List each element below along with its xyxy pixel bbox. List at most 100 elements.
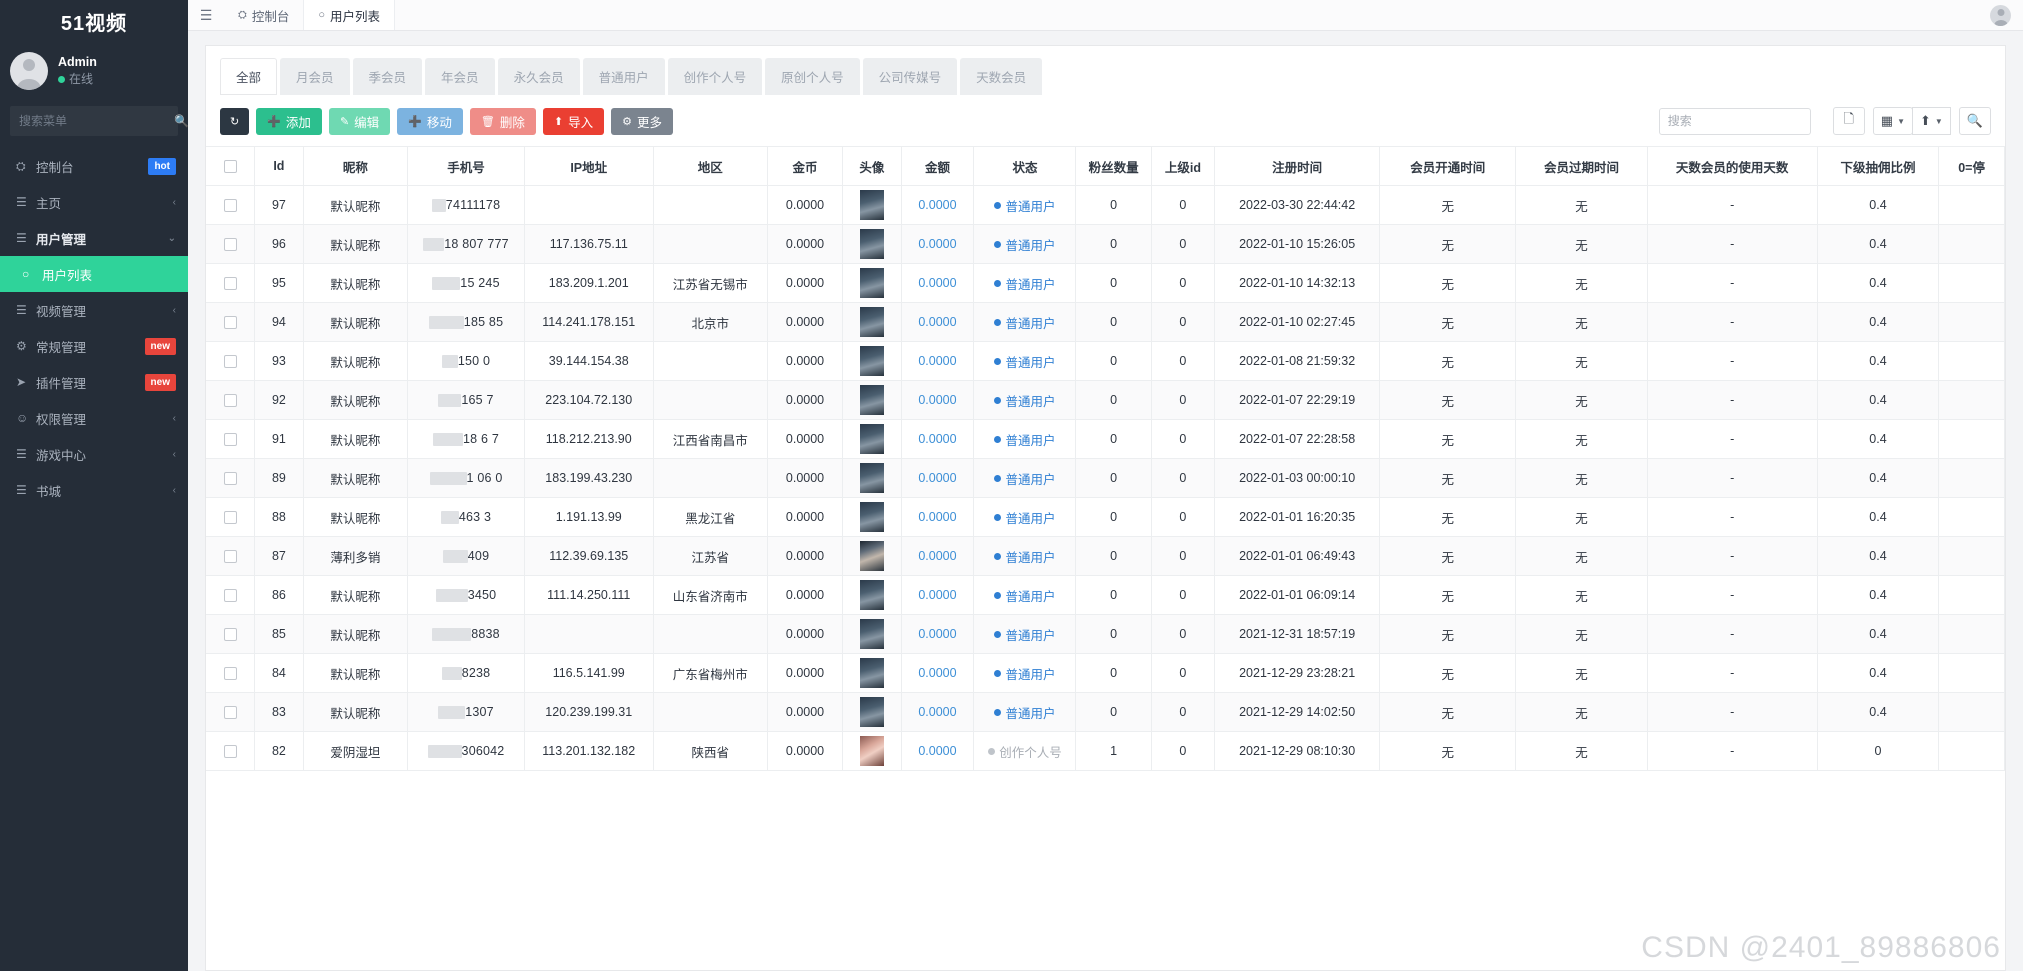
row-checkbox[interactable] [223,199,237,213]
column-header-0[interactable]: Id [254,146,304,186]
table-row[interactable]: 86 默认昵称 3450 111.14.250.111 山东省济南市 0.0000 0.00… [206,575,2005,615]
user-avatar-thumb[interactable] [859,736,884,766]
user-avatar-thumb[interactable] [859,424,884,454]
row-checkbox[interactable] [223,628,237,642]
filter-tab-1[interactable]: 月会员 [280,58,350,95]
cell-avatar[interactable] [842,224,902,264]
user-avatar-thumb[interactable] [859,541,884,571]
more-button[interactable]: ⚙ 更多 [611,107,673,135]
column-header-15[interactable]: 下级抽佣比例 [1817,146,1940,186]
column-header-6[interactable]: 头像 [842,146,902,186]
filter-tab-5[interactable]: 普通用户 [582,58,665,95]
row-select-cell[interactable] [206,419,256,459]
delete-button[interactable]: 🗑 删除 [469,107,536,135]
refresh-button[interactable]: ↻ [220,107,250,135]
row-select-cell[interactable] [206,731,256,771]
row-select-cell[interactable] [206,692,256,732]
export-icon[interactable]: ⬆ ▼ [1911,107,1951,135]
row-select-cell[interactable] [206,380,256,420]
select-all-checkbox[interactable] [223,160,237,174]
table-row[interactable]: 88 默认昵称 463 3 1.191.13.99 黑龙江省 0.0000 0.0000 普通… [206,497,2005,537]
hamburger-icon[interactable]: ☰ [188,0,224,30]
row-select-cell[interactable] [206,497,256,537]
column-header-11[interactable]: 注册时间 [1214,146,1381,186]
user-avatar-thumb[interactable] [859,580,884,610]
column-header-13[interactable]: 会员过期时间 [1515,146,1648,186]
cell-avatar[interactable] [842,575,902,615]
move-button[interactable]: ➕ 移动 [397,107,463,135]
cell-avatar[interactable] [842,653,902,693]
row-checkbox[interactable] [223,394,237,408]
menu-search-input[interactable] [19,114,174,128]
cell-avatar[interactable] [842,731,902,771]
row-checkbox[interactable] [223,472,237,486]
user-avatar-thumb[interactable] [859,346,884,376]
menu-search-box[interactable]: 🔍 [10,106,188,136]
add-button[interactable]: ➕ 添加 [256,107,322,135]
filter-tab-3[interactable]: 年会员 [425,58,495,95]
table-row[interactable]: 95 默认昵称 15 245 183.209.1.201 江苏省无锡市 0.0000 0.0… [206,263,2005,303]
table-row[interactable]: 87 薄利多销 409 112.39.69.135 江苏省 0.0000 0.0000 普通用… [206,536,2005,576]
row-checkbox[interactable] [223,316,237,330]
filter-tab-8[interactable]: 公司传媒号 [862,58,958,95]
cell-avatar[interactable] [842,263,902,303]
column-header-2[interactable]: 手机号 [407,146,525,186]
column-header-5[interactable]: 金币 [767,146,844,186]
cell-avatar[interactable] [842,536,902,576]
column-header-14[interactable]: 天数会员的使用天数 [1647,146,1818,186]
cell-avatar[interactable] [842,458,902,498]
table-row[interactable]: 94 默认昵称 185 85 114.241.178.151 北京市 0.0000 0.00… [206,302,2005,342]
sidebar-item-8[interactable]: ☰ 游戏中心 ‹ [0,436,188,472]
user-avatar-thumb[interactable] [859,229,884,259]
account-avatar-icon[interactable] [1990,4,2011,26]
user-avatar-thumb[interactable] [859,385,884,415]
row-select-cell[interactable] [206,614,256,654]
row-select-cell[interactable] [206,341,256,381]
cell-avatar[interactable] [842,185,902,225]
import-button[interactable]: ⬆ 导入 [542,107,605,135]
column-header-3[interactable]: IP地址 [524,146,654,186]
table-row[interactable]: 96 默认昵称 18 807 777 117.136.75.11 0.0000 0.000… [206,224,2005,264]
user-avatar-thumb[interactable] [859,697,884,727]
filter-tab-2[interactable]: 季会员 [352,58,423,95]
filter-tab-9[interactable]: 天数会员 [960,58,1043,95]
table-row[interactable]: 92 默认昵称 165 7 223.104.72.130 0.0000 0.0000 普通用… [206,380,2005,420]
filter-tab-7[interactable]: 原创个人号 [765,58,860,95]
user-avatar-thumb[interactable] [859,502,884,532]
row-checkbox[interactable] [223,550,237,564]
cell-avatar[interactable] [842,497,902,537]
grid-columns-icon[interactable]: ▦ ▼ [1872,107,1913,135]
sidebar-item-4[interactable]: ☰ 视频管理 ‹ [0,292,188,328]
sidebar-item-5[interactable]: ⚙ 常规管理 new [0,328,188,364]
table-row[interactable]: 85 默认昵称 8838 0.0000 0.0000 普通用户 0 0 2021-12-31 1… [206,614,2005,654]
cell-avatar[interactable] [842,419,902,459]
column-header-1[interactable]: 昵称 [303,146,409,186]
sidebar-item-6[interactable]: ➤ 插件管理 new [0,364,188,400]
user-avatar-thumb[interactable] [859,619,884,649]
user-avatar-thumb[interactable] [859,307,884,337]
search-icon-button[interactable]: 🔍 [1958,107,1991,135]
filter-tab-4[interactable]: 永久会员 [497,58,580,95]
user-avatar-thumb[interactable] [859,658,884,688]
sidebar-item-2[interactable]: ☰ 用户管理 ⌄ [0,220,188,256]
sidebar-item-0[interactable]: ⛭ 控制台 hot [0,148,188,184]
user-avatar-thumb[interactable] [859,463,884,493]
top-tab-0[interactable]: ⛭ 控制台 [224,0,305,30]
column-header-9[interactable]: 粉丝数量 [1075,146,1152,186]
sidebar-user-box[interactable]: Admin 在线 [0,42,188,104]
row-checkbox[interactable] [223,589,237,603]
edit-button[interactable]: ✎ 编辑 [328,107,391,135]
top-tab-1[interactable]: ○ 用户列表 [304,0,395,30]
column-header-4[interactable]: 地区 [653,146,768,186]
row-checkbox[interactable] [223,511,237,525]
search-input[interactable] [1658,107,1811,135]
column-header-16[interactable]: 0=停 [1938,146,2005,186]
row-select-cell[interactable] [206,653,256,693]
user-avatar-thumb[interactable] [859,190,884,220]
row-select-cell[interactable] [206,536,256,576]
column-header-7[interactable]: 金额 [901,146,975,186]
sidebar-item-9[interactable]: ☰ 书城 ‹ [0,472,188,508]
filter-tab-6[interactable]: 创作个人号 [667,58,763,95]
row-checkbox[interactable] [223,745,237,759]
sidebar-item-1[interactable]: ☰ 主页 ‹ [0,184,188,220]
